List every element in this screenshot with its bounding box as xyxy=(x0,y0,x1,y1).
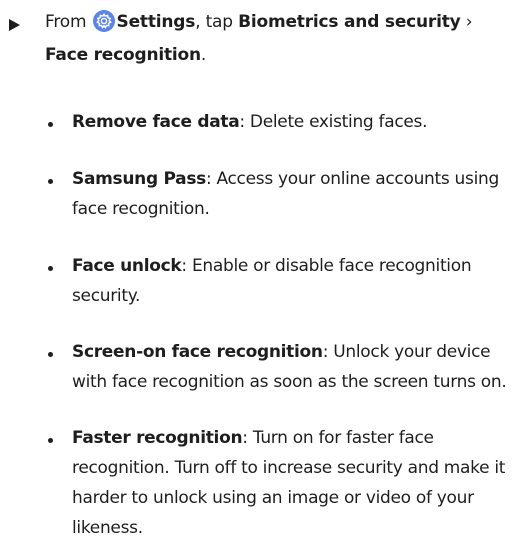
bullet-dot xyxy=(48,438,53,443)
list-item-term: Remove face data xyxy=(72,112,240,132)
instruction-page: From Settings, tap Biometrics and securi… xyxy=(0,0,530,538)
menu-item-biometrics: Biometrics and security xyxy=(238,12,461,32)
list-item-term: Samsung Pass xyxy=(72,169,206,189)
settings-gear-icon xyxy=(92,10,115,32)
bullet-dot xyxy=(48,352,53,357)
list-item-text: Face unlock: Enable or disable face reco… xyxy=(72,251,492,311)
list-item-text: Screen-on face recognition: Unlock your … xyxy=(72,337,527,397)
step-mid: , tap xyxy=(195,12,239,32)
step-end: . xyxy=(200,45,207,65)
target-face-recognition: Face recognition xyxy=(45,45,201,65)
list-item-text: Faster recognition: Turn on for faster f… xyxy=(72,423,522,543)
bullet-dot xyxy=(48,266,53,271)
settings-app-name: Settings xyxy=(116,12,196,32)
list-item-term: Faster recognition xyxy=(72,428,243,448)
list-item-text: Samsung Pass: Access your online account… xyxy=(72,164,512,224)
list-item-term: Face unlock xyxy=(72,256,182,276)
step-prefix: From xyxy=(45,12,92,32)
list-item-desc: : Delete existing faces. xyxy=(239,112,428,132)
list-item-term: Screen-on face recognition xyxy=(72,342,323,362)
bullet-dot xyxy=(48,122,53,127)
step-text: From Settings, tap Biometrics and securi… xyxy=(45,6,515,72)
bullet-dot xyxy=(48,179,53,184)
list-item-text: Remove face data: Delete existing faces. xyxy=(72,107,512,137)
step-arrow-icon xyxy=(9,19,20,31)
chevron-right: › xyxy=(460,12,473,32)
